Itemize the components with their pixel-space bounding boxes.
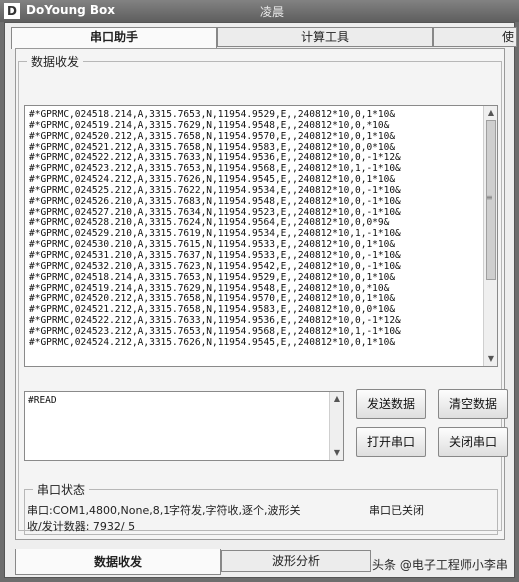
send-box: #READ ▲ ▼ <box>24 391 344 461</box>
mode-info: 字符发,字符收,逐个,波形关 <box>169 504 301 517</box>
tab-data-io[interactable]: 数据收发 <box>15 549 221 575</box>
port-state: 串口已关闭 <box>369 504 424 517</box>
tab-serial-assistant[interactable]: 串口助手 <box>11 27 217 49</box>
receive-line: #*GPRMC,024524.212,A,3315.7626,N,11954.9… <box>29 336 396 348</box>
scroll-up-icon[interactable]: ▲ <box>331 393 343 405</box>
receive-line: #*GPRMC,024518.214,A,3315.7653,N,11954.9… <box>29 271 396 283</box>
window-title: 凌晨 <box>260 5 285 19</box>
scroll-grip-icon: ≡ <box>486 193 493 202</box>
serial-assistant-panel: 数据收发 #*GPRMC,024518.214,A,3315.7653,N,11… <box>15 48 508 540</box>
receive-lines: #*GPRMC,024518.214,A,3315.7653,N,11954.9… <box>29 109 479 349</box>
tab-calc-tools[interactable]: 计算工具 <box>217 27 433 47</box>
clear-data-button[interactable]: 清空数据 <box>438 389 508 419</box>
data-group-legend: 数据收发 <box>27 53 84 70</box>
app-logo-icon: D <box>4 3 20 19</box>
top-tab-bar: 串口助手 计算工具 使 <box>11 27 517 49</box>
title-bar: D DoYoung Box 凌晨 <box>0 0 519 22</box>
open-port-button[interactable]: 打开串口 <box>356 427 426 457</box>
status-legend: 串口状态 <box>33 481 90 498</box>
port-status-group: 串口状态 串口:COM1,4800,None,8,1 字符发,字符收,逐个,波形… <box>24 481 498 535</box>
scroll-down-icon[interactable]: ▼ <box>331 447 343 459</box>
watermark-text: 头条 @电子工程师小李串 <box>372 558 508 572</box>
receive-scrollbar[interactable]: ▲ ≡ ▼ <box>483 106 497 366</box>
receive-line: #*GPRMC,024520.212,A,3315.7658,N,11954.9… <box>29 130 396 142</box>
receive-textarea[interactable]: #*GPRMC,024518.214,A,3315.7653,N,11954.9… <box>24 105 498 367</box>
send-scrollbar[interactable]: ▲ ▼ <box>329 392 343 460</box>
port-info: 串口:COM1,4800,None,8,1 <box>27 504 171 517</box>
send-input[interactable]: #READ <box>25 392 329 460</box>
scroll-down-icon[interactable]: ▼ <box>485 353 497 365</box>
app-name: DoYoung Box <box>26 3 116 17</box>
scroll-up-icon[interactable]: ▲ <box>485 107 497 119</box>
counter: 收/发计数器: 7932/ 5 <box>27 520 136 533</box>
send-data-button[interactable]: 发送数据 <box>356 389 426 419</box>
close-port-button[interactable]: 关闭串口 <box>438 427 508 457</box>
tab-more[interactable]: 使 <box>433 27 517 47</box>
receive-line: #*GPRMC,024526.210,A,3315.7683,N,11954.9… <box>29 195 401 207</box>
main-window: 串口助手 计算工具 使 数据收发 #*GPRMC,024518.214,A,33… <box>4 22 517 578</box>
tab-waveform[interactable]: 波形分析 <box>221 550 371 572</box>
